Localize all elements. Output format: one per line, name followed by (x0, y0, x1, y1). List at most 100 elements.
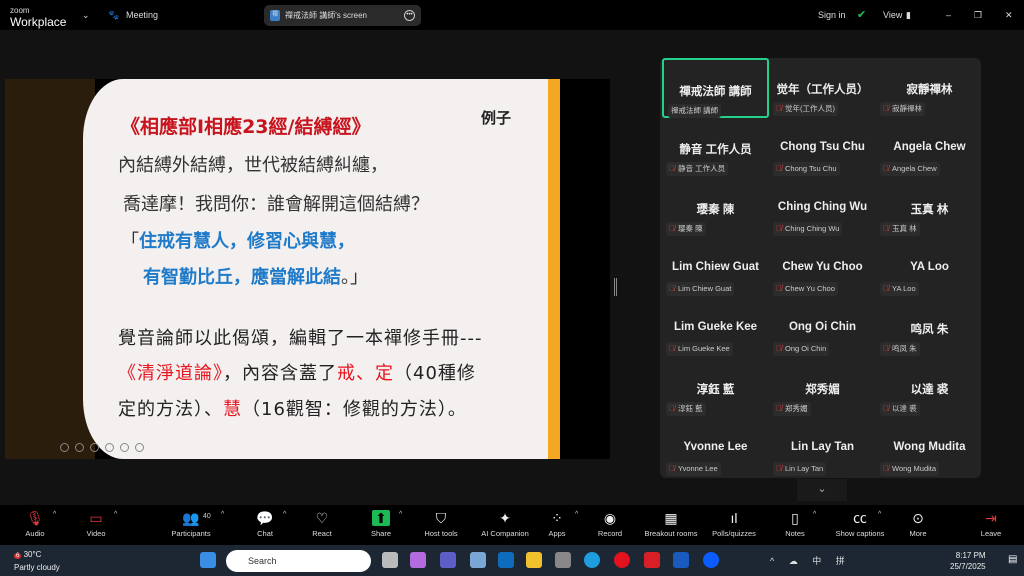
more-options-icon[interactable]: ••• (404, 10, 415, 21)
participant-label: 🎙̸ Yvonne Lee (666, 462, 721, 476)
video-button[interactable]: ▭ Video ^ (56, 505, 136, 545)
sign-in-link[interactable]: Sign in (818, 10, 846, 20)
participant-name: 觉年（工作人员） (776, 84, 869, 96)
chevron-down-icon[interactable]: ⌄ (82, 10, 90, 21)
participant-tile[interactable]: Chong Tsu Chu 🎙̸ Chong Tsu Chu (769, 118, 876, 178)
participant-label: 🎙̸ Ching Ching Wu (773, 222, 843, 236)
participant-name: Yvonne Lee (683, 441, 748, 453)
participant-name: Lim Chiew Guat (672, 261, 759, 273)
participant-tile[interactable]: 鸣凤 朱 🎙̸ 鸣凤 朱 (876, 298, 983, 358)
participant-tile[interactable]: Lin Lay Tan 🎙̸ Lin Lay Tan (769, 418, 876, 478)
participant-tile[interactable]: 静音 工作人员 🎙̸ 静音 工作人员 (662, 118, 769, 178)
copilot-icon[interactable] (410, 552, 426, 568)
participant-name: 鸣凤 朱 (910, 324, 949, 336)
zoom-app-icon[interactable] (703, 552, 719, 568)
outlook-icon[interactable] (498, 552, 514, 568)
slide-line: 有智勤比丘，應當解此結。」 (143, 267, 368, 288)
more-button[interactable]: ⊙ More (878, 505, 958, 545)
mic-muted-icon: 🎙̸ (669, 224, 675, 233)
close-button[interactable]: ✕ (1005, 10, 1013, 21)
participant-name: Lim Gueke Kee (673, 321, 758, 333)
participant-label: 🎙̸ Chew Yu Choo (773, 282, 838, 296)
participant-tile[interactable]: Ching Ching Wu 🎙̸ Ching Ching Wu (769, 178, 876, 238)
participant-count: 40 (203, 513, 211, 520)
participant-tile[interactable]: Lim Chiew Guat 🎙̸ Lim Chiew Guat (662, 238, 769, 298)
file-explorer-icon[interactable] (526, 552, 542, 568)
windows-start-icon[interactable] (200, 552, 216, 568)
more-icon: ⊙ (912, 510, 924, 526)
participant-tile[interactable]: Yvonne Lee 🎙̸ Yvonne Lee (662, 418, 769, 478)
mic-muted-icon: 🎙̸ (776, 404, 782, 413)
edge-icon[interactable] (584, 552, 600, 568)
mic-muted-icon: 🎙̸ (776, 224, 782, 233)
screen-share-indicator[interactable]: 禪 禪戒法師 講師's screen ••• (264, 5, 421, 26)
teams-icon[interactable] (440, 552, 456, 568)
participant-tile[interactable]: 禪戒法師 講師 禪戒法師 講師 (662, 58, 769, 118)
meeting-label[interactable]: Meeting (126, 10, 158, 20)
participant-tile[interactable]: 淳鈺 藍 🎙̸ 淳鈺 藍 (662, 358, 769, 418)
meeting-toolbar: 🎙 Audio ^ ▭ Video ^ 👥 Participants 40 ^ 💬 Chat ^ ♡ Rea… (0, 505, 1024, 545)
mic-muted-icon: 🎙̸ (669, 164, 675, 173)
security-shield-icon[interactable]: ✔ (857, 8, 866, 21)
word-icon[interactable] (673, 552, 689, 568)
view-button[interactable]: View (883, 10, 902, 20)
video-off-icon: ▭ (89, 510, 103, 526)
mic-muted-icon: 🎙̸ (883, 284, 889, 293)
participant-label: 🎙̸ 静音 工作人员 (666, 162, 729, 176)
opera-icon[interactable] (614, 552, 630, 568)
caret-up-icon[interactable]: ^ (114, 511, 117, 518)
participant-label: 🎙̸ 觉年(工作人员) (773, 102, 838, 116)
participant-name: 以達 裘 (910, 384, 949, 396)
clock[interactable]: 8:17 PM 25/7/2025 (950, 550, 986, 572)
slideshow-controls[interactable] (60, 443, 144, 452)
participant-name: YA Loo (910, 261, 949, 273)
participant-tile[interactable]: 璎秦 陳 🎙̸ 璎秦 陳 (662, 178, 769, 238)
participant-tile[interactable]: 郑秀媚 🎙̸ 郑秀媚 (769, 358, 876, 418)
weather-widget[interactable]: 6 30°C Partly cloudy (14, 549, 60, 573)
view-layout-icon[interactable]: ▮ (906, 10, 911, 21)
mic-muted-icon: 🎙̸ (883, 464, 889, 473)
participants-icon: 👥 (182, 510, 200, 526)
restore-button[interactable]: ❐ (974, 10, 982, 21)
notifications-icon[interactable]: ▤ (1008, 554, 1017, 565)
participant-tile[interactable]: 玉真 林 🎙̸ 玉真 林 (876, 178, 983, 238)
split-resize-handle[interactable] (614, 278, 617, 296)
taskbar-search[interactable]: Search (226, 550, 371, 572)
mic-muted-icon: 🎙̸ (883, 104, 889, 113)
participant-name: 寂靜禪林 (906, 84, 953, 96)
mic-muted-icon: 🎙̸ (669, 284, 675, 293)
minimize-button[interactable]: – (946, 10, 951, 20)
participant-name: Ong Oi Chin (788, 321, 857, 333)
participant-name: Wong Mudita (893, 441, 966, 453)
zoom-logo[interactable]: zoom Workplace (10, 4, 66, 28)
caret-up-icon[interactable]: ^ (221, 511, 224, 518)
participant-name: Lin Lay Tan (790, 441, 855, 453)
participant-name: Ching Ching Wu (777, 201, 868, 213)
scroll-down-chevron-icon[interactable]: ⌄ (797, 479, 847, 501)
participant-tile[interactable]: Angela Chew 🎙̸ Angela Chew (876, 118, 983, 178)
participant-tile[interactable]: Ong Oi Chin 🎙̸ Ong Oi Chin (769, 298, 876, 358)
participant-label: 🎙̸ 郑秀媚 (773, 402, 811, 416)
participant-tile[interactable]: Lim Gueke Kee 🎙̸ Lim Gueke Kee (662, 298, 769, 358)
participant-tile[interactable]: YA Loo 🎙̸ YA Loo (876, 238, 983, 298)
wps-icon[interactable] (644, 552, 660, 568)
phone-link-icon[interactable] (470, 552, 486, 568)
participant-tile[interactable]: 觉年（工作人员） 🎙̸ 觉年(工作人员) (769, 58, 876, 118)
participant-name: 禪戒法師 講師 (679, 86, 752, 98)
leave-button[interactable]: ⇥ Leave (951, 505, 1024, 545)
participant-tile[interactable]: Chew Yu Choo 🎙̸ Chew Yu Choo (769, 238, 876, 298)
participant-label: 禪戒法師 講師 (668, 104, 722, 118)
participants-button[interactable]: 👥 Participants 40 ^ (151, 505, 231, 545)
participant-tile[interactable]: 以達 裘 🎙̸ 以達 裘 (876, 358, 983, 418)
mic-muted-icon: 🎙̸ (883, 404, 889, 413)
sharer-avatar: 禪 (270, 10, 280, 21)
caret-up-icon[interactable]: ^ (813, 511, 816, 518)
system-tray[interactable]: ^ ☁ 中 拼 (770, 554, 851, 567)
participant-name: 郑秀媚 (805, 384, 840, 396)
participant-tile[interactable]: Wong Mudita 🎙̸ Wong Mudita (876, 418, 983, 478)
task-view-icon[interactable] (382, 552, 398, 568)
participant-name: 璎秦 陳 (696, 204, 735, 216)
participant-tile[interactable]: 寂靜禪林 🎙̸ 寂靜禪林 (876, 58, 983, 118)
camera-icon[interactable] (555, 552, 571, 568)
mic-muted-icon: 🎙̸ (669, 464, 675, 473)
